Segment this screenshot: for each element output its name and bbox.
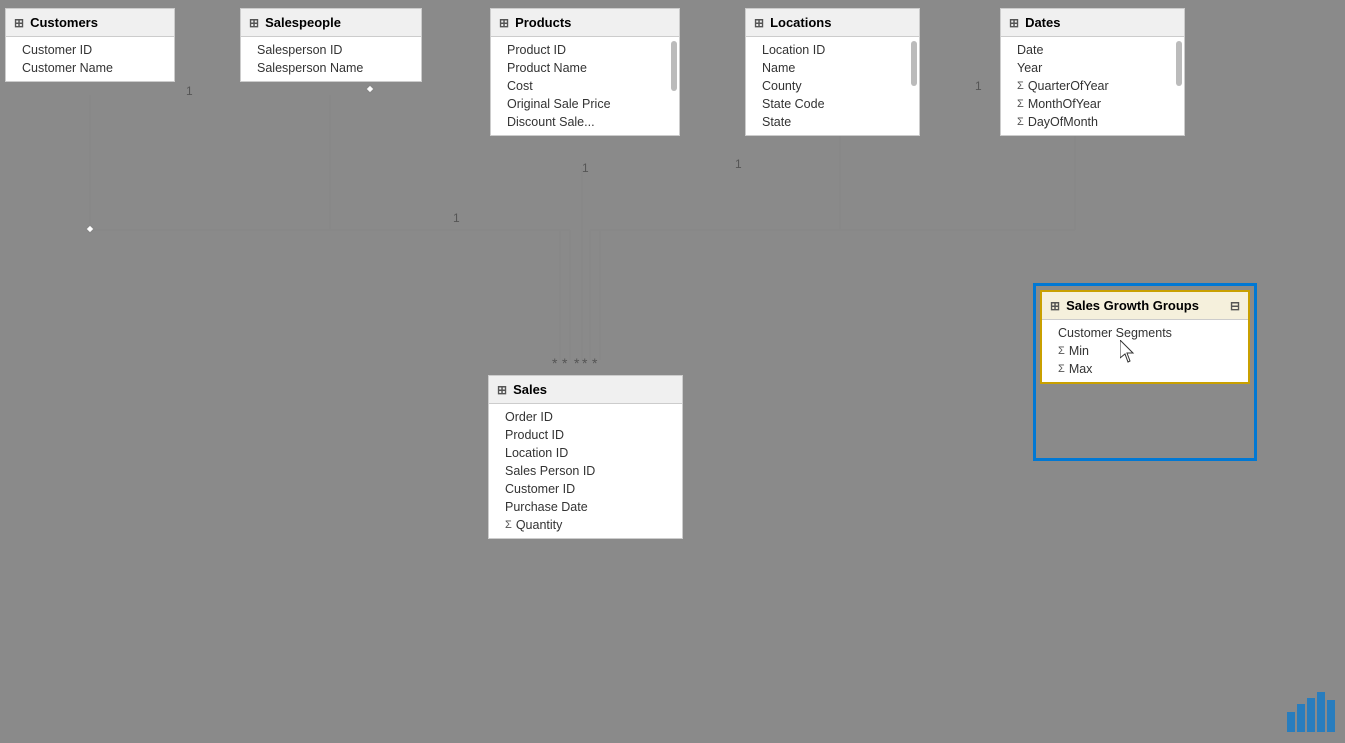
svg-text:*: * [574,355,580,371]
locations-table-body: Location ID Name County State Code State [746,37,919,135]
sales-table-header: ⊞ Sales [489,376,682,404]
locations-table-header: ⊞ Locations [746,9,919,37]
list-item: Σ DayOfMonth [1001,113,1172,131]
list-item: Name [746,59,907,77]
list-item: Cost [491,77,667,95]
products-table: ⊞ Products Product ID Product Name Cost … [490,8,680,136]
list-item: Date [1001,41,1172,59]
list-item: Year [1001,59,1172,77]
sales-growth-groups-table-header: ⊞ Sales Growth Groups ⊟ [1042,292,1248,320]
list-item: Discount Sale... [491,113,667,131]
svg-text:*: * [552,355,558,371]
list-item: Σ MonthOfYear [1001,95,1172,113]
svg-text:1: 1 [975,79,982,93]
dates-table-title: Dates [1025,15,1060,30]
sales-table-title: Sales [513,382,547,397]
sales-table: ⊞ Sales Order ID Product ID Location ID … [488,375,683,539]
list-item: Σ Quantity [489,516,682,534]
list-item: Customer Name [6,59,174,77]
dates-table: ⊞ Dates Date Year Σ QuarterOfYear Σ Mont… [1000,8,1185,136]
svg-text:1: 1 [735,157,742,171]
products-table-title: Products [515,15,571,30]
products-table-header: ⊞ Products [491,9,679,37]
salespeople-table-body: Salesperson ID Salesperson Name [241,37,421,81]
sales-growth-groups-table-body: Customer Segments Σ Min Σ Max [1042,320,1248,382]
svg-text:1: 1 [186,84,193,98]
table-icon: ⊞ [1050,299,1060,313]
list-item: Σ QuarterOfYear [1001,77,1172,95]
watermark [1287,692,1337,735]
svg-text:1: 1 [453,211,460,225]
table-icon: ⊞ [1009,16,1019,30]
salespeople-table-title: Salespeople [265,15,341,30]
dates-table-header: ⊞ Dates [1001,9,1184,37]
list-item: Salesperson ID [241,41,421,59]
list-item: Customer ID [489,480,682,498]
list-item: Purchase Date [489,498,682,516]
salespeople-table-header: ⊞ Salespeople [241,9,421,37]
collapse-icon[interactable]: ⊟ [1230,299,1240,313]
sales-growth-groups-table[interactable]: ⊞ Sales Growth Groups ⊟ Customer Segment… [1040,290,1250,384]
list-item: Sales Person ID [489,462,682,480]
list-item: County [746,77,907,95]
list-item: Σ Min [1042,342,1248,360]
list-item: Order ID [489,408,682,426]
svg-text:*: * [562,355,568,371]
locations-table-title: Locations [770,15,831,30]
list-item: Location ID [746,41,907,59]
svg-text:*: * [592,355,598,371]
customers-table: ⊞ Customers Customer ID Customer Name [5,8,175,82]
list-item: State [746,113,907,131]
table-icon: ⊞ [249,16,259,30]
table-icon: ⊞ [754,16,764,30]
list-item: Salesperson Name [241,59,421,77]
locations-table: ⊞ Locations Location ID Name County Stat… [745,8,920,136]
table-icon: ⊞ [499,16,509,30]
list-item: Product ID [491,41,667,59]
list-item: Σ Max [1042,360,1248,378]
svg-text:*: * [582,355,588,371]
list-item: Product Name [491,59,667,77]
customers-table-header: ⊞ Customers [6,9,174,37]
customers-table-title: Customers [30,15,98,30]
list-item: State Code [746,95,907,113]
list-item: Location ID [489,444,682,462]
sales-table-body: Order ID Product ID Location ID Sales Pe… [489,404,682,538]
dates-table-body: Date Year Σ QuarterOfYear Σ MonthOfYear … [1001,37,1184,135]
list-item: Original Sale Price [491,95,667,113]
products-table-body: Product ID Product Name Cost Original Sa… [491,37,679,135]
list-item: Customer Segments [1042,324,1248,342]
list-item: Product ID [489,426,682,444]
salespeople-table: ⊞ Salespeople Salesperson ID Salesperson… [240,8,422,82]
customers-table-body: Customer ID Customer Name [6,37,174,81]
list-item: Customer ID [6,41,174,59]
table-icon: ⊞ [497,383,507,397]
table-icon: ⊞ [14,16,24,30]
svg-text:1: 1 [582,161,589,175]
sales-growth-groups-title: Sales Growth Groups [1066,298,1199,313]
